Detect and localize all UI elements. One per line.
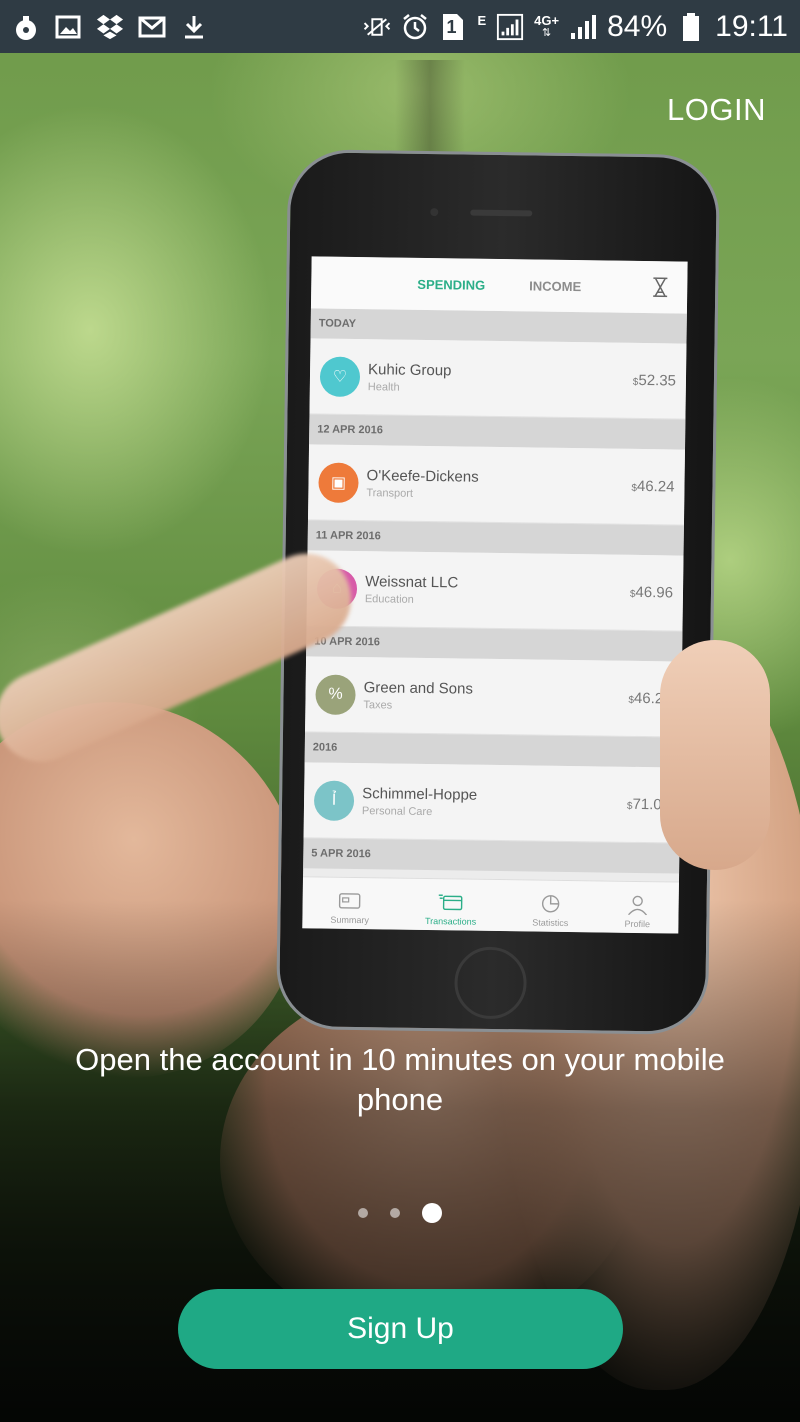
battery-icon: [677, 12, 705, 41]
mail-icon: [138, 13, 166, 41]
transaction-category: Transport: [366, 486, 414, 500]
phone-camera: [430, 208, 439, 217]
vibrate-icon: [363, 13, 391, 41]
transaction-row: ♡ Kuhic Group Health $52.35: [309, 338, 687, 420]
transaction-row: ▣ O'Keefe-Dickens Transport $46.24: [307, 444, 686, 526]
transaction-amount: $46.24: [631, 477, 675, 496]
page-dot-1[interactable]: [358, 1208, 368, 1218]
transaction-row: Ỉ Schimmel-Hoppe Personal Care $71.03: [303, 762, 681, 844]
screen-tab-spending: SPENDING: [417, 276, 486, 293]
status-bar: 1 E 4G+ ⇅ 84% 19:11: [0, 0, 800, 53]
transaction-category: Personal Care: [361, 804, 433, 818]
bus-icon: ▣: [318, 461, 359, 503]
transaction-amount: $46.96: [629, 583, 674, 602]
personal-care-icon: Ỉ: [313, 779, 355, 821]
screen-tab-income: INCOME: [529, 277, 582, 294]
screen-nav-statistics: Statistics: [532, 894, 568, 928]
page-indicator: [0, 1203, 800, 1223]
date-header: 5 APR 2016: [303, 838, 680, 874]
image-icon: [54, 13, 82, 41]
page-dot-3[interactable]: [422, 1203, 442, 1223]
phone-screen: SPENDING INCOME TODAY ♡ Kuhic Group Heal…: [302, 256, 688, 934]
transaction-category: Education: [364, 592, 414, 606]
taxes-icon: %: [315, 673, 356, 715]
heart-icon: ♡: [319, 355, 361, 397]
screen-nav-transactions: Transactions: [425, 892, 477, 927]
transaction-name: Weissnat LLC: [365, 572, 459, 591]
signal-icon: [496, 13, 524, 41]
transaction-category: Taxes: [363, 698, 393, 712]
card-icon: [438, 894, 463, 911]
pie-chart-icon: [541, 895, 560, 913]
clock: 19:11: [715, 9, 788, 43]
transaction-row: % Green and Sons Taxes $46.29: [305, 656, 683, 738]
screen-nav-summary: Summary: [330, 891, 369, 925]
screen-nav-profile: Profile: [624, 895, 650, 929]
network-e-label: E: [477, 13, 487, 28]
alarm-icon: [401, 13, 429, 41]
page-dot-2[interactable]: [390, 1208, 400, 1218]
download-icon: [180, 13, 208, 41]
screen-tabs: SPENDING INCOME: [310, 256, 688, 314]
network-icon: 4G+ ⇅: [534, 12, 560, 39]
person-icon: [627, 895, 647, 916]
dropbox-icon: [96, 13, 124, 41]
transaction-name: O'Keefe-Dickens: [366, 466, 479, 486]
transaction-row: ⌂ Weissnat LLC Education $46.96: [306, 550, 684, 632]
screen-bottom-nav: Summary Transactions Statistics Profile: [302, 876, 679, 934]
sign-up-button[interactable]: Sign Up: [178, 1289, 623, 1369]
phone-speaker: [470, 209, 533, 217]
transaction-amount: $52.35: [632, 371, 677, 390]
battery-percent: 84%: [607, 9, 668, 43]
onboarding-caption: Open the account in 10 minutes on your m…: [75, 1042, 725, 1117]
thumb-right: [660, 640, 770, 870]
transaction-name: Green and Sons: [363, 678, 474, 698]
transaction-name: Schimmel-Hoppe: [362, 784, 478, 804]
phone-home-button: [454, 946, 528, 1020]
login-button[interactable]: LOGIN: [667, 92, 766, 128]
hourglass-icon: [653, 277, 668, 298]
bomb-icon: [12, 13, 40, 41]
sim-icon: 1: [439, 13, 467, 41]
transaction-category: Health: [367, 380, 400, 394]
transaction-name: Kuhic Group: [367, 360, 452, 379]
wallet-icon: [339, 893, 361, 909]
signal-bars-icon: [569, 13, 597, 41]
